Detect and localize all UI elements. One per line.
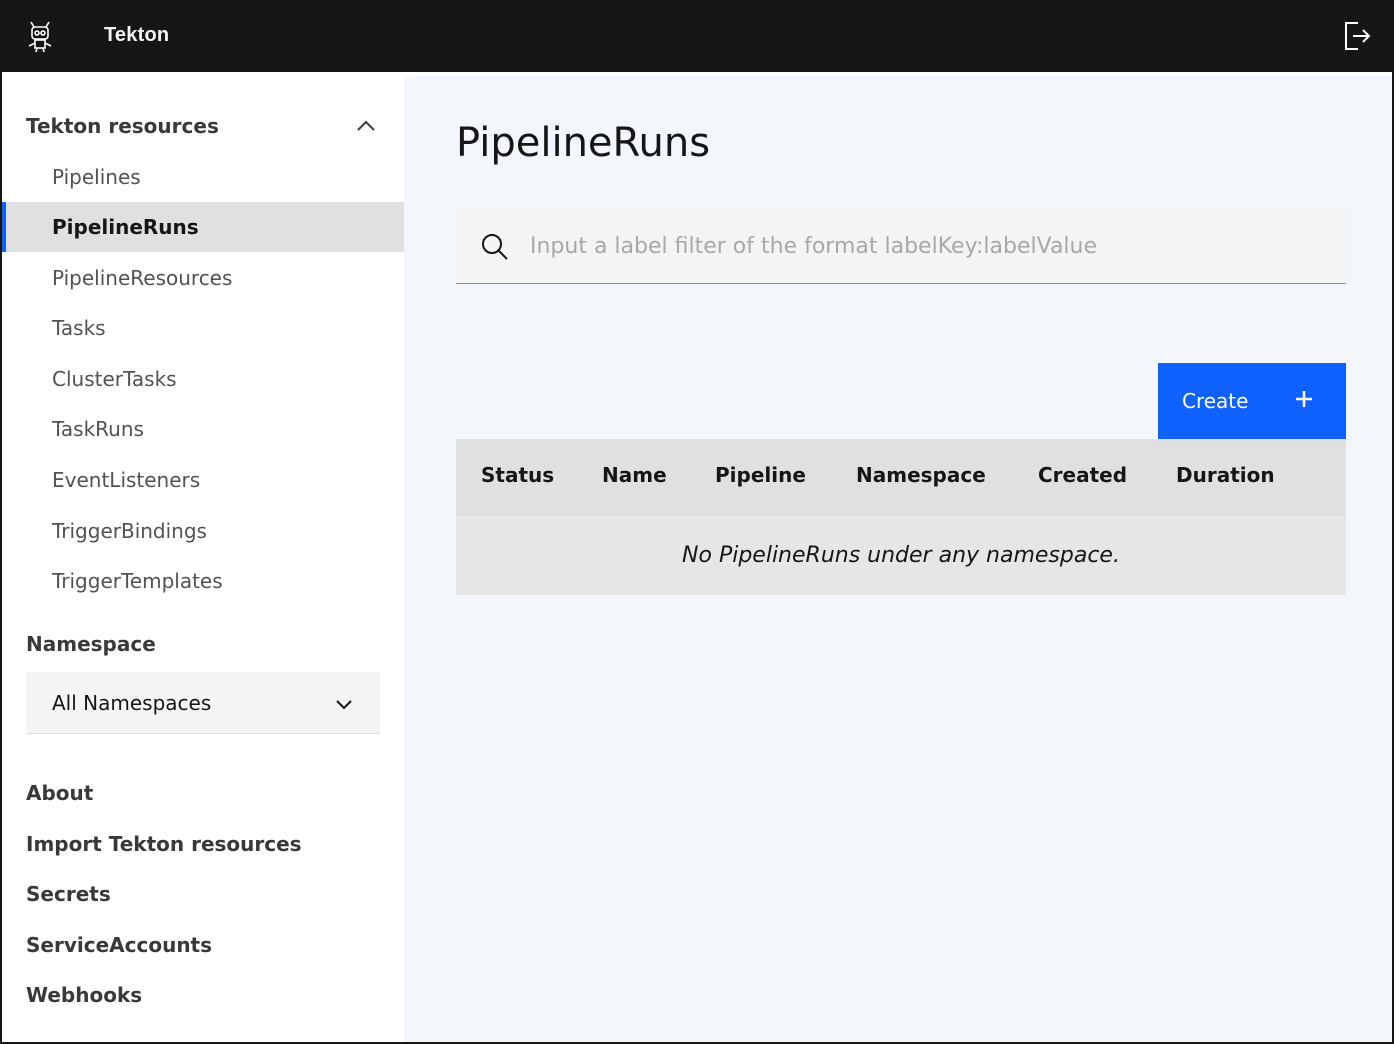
- page-title: PipelineRuns: [456, 120, 711, 166]
- top-header: Tekton: [2, 2, 1392, 74]
- plus-icon: [1292, 387, 1316, 411]
- sidebar-item-label: TriggerTemplates: [52, 569, 223, 593]
- nav-link-about[interactable]: About: [26, 781, 93, 805]
- logout-icon[interactable]: [1342, 20, 1372, 52]
- column-header-created[interactable]: Created: [1038, 463, 1127, 487]
- sidebar-item-label: Pipelines: [52, 165, 141, 189]
- namespace-selected-value: All Namespaces: [52, 690, 212, 715]
- table-header: Status Name Pipeline Namespace Created D…: [456, 439, 1346, 515]
- sidebar-item-label: TaskRuns: [52, 417, 144, 441]
- nav-link-serviceaccounts[interactable]: ServiceAccounts: [26, 933, 212, 957]
- create-button-label: Create: [1182, 389, 1249, 413]
- empty-message-text: No PipelineRuns under any namespace.: [682, 543, 1120, 568]
- pipelineruns-table: Status Name Pipeline Namespace Created D…: [456, 439, 1346, 595]
- column-header-duration[interactable]: Duration: [1176, 463, 1275, 487]
- sidebar-item-label: TriggerBindings: [52, 519, 207, 543]
- column-header-pipeline[interactable]: Pipeline: [715, 463, 806, 487]
- sidebar-item-pipelineruns[interactable]: PipelineRuns: [2, 202, 404, 252]
- sidebar-item-eventlisteners[interactable]: EventListeners: [2, 455, 404, 505]
- sidebar-item-label: EventListeners: [52, 468, 201, 492]
- empty-table-message: No PipelineRuns under any namespace.: [456, 515, 1346, 595]
- column-header-name[interactable]: Name: [602, 463, 667, 487]
- app-frame: Tekton Tekton resources Pipelines Pipeli…: [0, 0, 1394, 1044]
- column-header-status[interactable]: Status: [481, 463, 554, 487]
- tekton-robot-icon[interactable]: [24, 20, 56, 54]
- chevron-down-icon: [334, 694, 354, 710]
- nav-link-import-tekton-resources[interactable]: Import Tekton resources: [26, 832, 302, 856]
- search-input[interactable]: [530, 226, 1320, 266]
- sidebar-item-clustertasks[interactable]: ClusterTasks: [2, 354, 404, 404]
- main-content: PipelineRuns Create Status N: [404, 76, 1392, 1042]
- sidebar-item-label: PipelineRuns: [52, 215, 199, 239]
- sidebar-item-label: ClusterTasks: [52, 367, 177, 391]
- search-icon: [480, 232, 510, 262]
- namespace-label: Namespace: [26, 632, 156, 656]
- label-filter-search[interactable]: [456, 208, 1346, 284]
- sidebar-item-label: PipelineResources: [52, 266, 233, 290]
- nav-link-webhooks[interactable]: Webhooks: [26, 983, 142, 1007]
- sidebar-item-tasks[interactable]: Tasks: [2, 303, 404, 353]
- sidebar-item-label: Tasks: [52, 316, 106, 340]
- sidebar-item-pipelineresources[interactable]: PipelineResources: [2, 253, 404, 303]
- namespace-dropdown[interactable]: All Namespaces: [26, 672, 380, 734]
- section-title-tekton-resources[interactable]: Tekton resources: [26, 114, 219, 138]
- sidebar-item-taskruns[interactable]: TaskRuns: [2, 404, 404, 454]
- app-title[interactable]: Tekton: [104, 24, 169, 47]
- column-header-namespace[interactable]: Namespace: [856, 463, 986, 487]
- nav-link-secrets[interactable]: Secrets: [26, 882, 111, 906]
- sidebar-item-triggerbindings[interactable]: TriggerBindings: [2, 506, 404, 556]
- side-nav: Tekton resources Pipelines PipelineRuns …: [2, 76, 404, 1042]
- chevron-up-icon[interactable]: [354, 116, 378, 136]
- create-button[interactable]: Create: [1158, 363, 1346, 439]
- sidebar-item-pipelines[interactable]: Pipelines: [2, 152, 404, 202]
- sidebar-item-triggertemplates[interactable]: TriggerTemplates: [2, 556, 404, 606]
